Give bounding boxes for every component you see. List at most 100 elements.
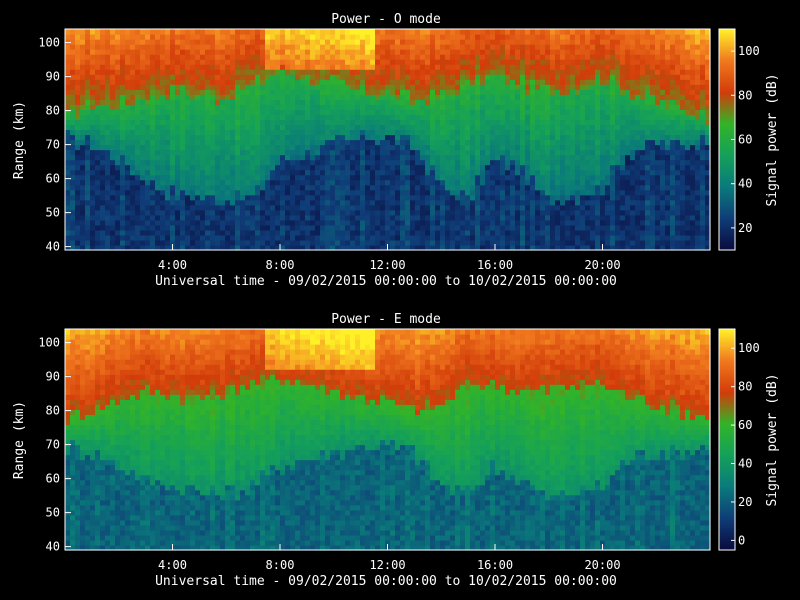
heatmap-cell bbox=[460, 174, 466, 181]
heatmap-cell bbox=[125, 239, 131, 246]
heatmap-cell bbox=[305, 164, 311, 171]
heatmap-cell bbox=[80, 134, 86, 141]
heatmap-cell bbox=[575, 179, 581, 186]
heatmap-cell bbox=[250, 119, 256, 126]
heatmap-cell bbox=[245, 59, 251, 65]
heatmap-cell bbox=[320, 184, 326, 191]
heatmap-cell bbox=[470, 199, 476, 206]
heatmap-cell bbox=[600, 144, 606, 151]
heatmap-cell bbox=[560, 224, 566, 231]
heatmap-cell bbox=[215, 69, 221, 75]
heatmap-cell bbox=[370, 94, 376, 100]
heatmap-cell bbox=[315, 39, 321, 45]
heatmap-cell bbox=[295, 224, 301, 231]
heatmap-cell bbox=[535, 99, 541, 105]
heatmap-cell bbox=[625, 39, 631, 45]
heatmap-cell bbox=[185, 219, 191, 226]
heatmap-cell bbox=[115, 79, 121, 85]
heatmap-cell bbox=[455, 64, 461, 70]
heatmap-cell bbox=[105, 169, 111, 176]
heatmap-cell bbox=[215, 34, 221, 40]
heatmap-cell bbox=[220, 39, 226, 45]
heatmap-cell bbox=[145, 104, 151, 110]
heatmap-cell bbox=[245, 174, 251, 181]
heatmap-cell bbox=[130, 119, 136, 126]
heatmap-cell bbox=[115, 189, 121, 196]
heatmap-cell bbox=[320, 164, 326, 171]
heatmap-cell bbox=[310, 229, 316, 236]
heatmap-cell bbox=[210, 79, 216, 85]
heatmap-cell bbox=[280, 179, 286, 186]
heatmap-cell bbox=[70, 169, 76, 176]
heatmap-cell bbox=[260, 204, 266, 211]
heatmap-cell bbox=[290, 119, 296, 126]
heatmap-cell bbox=[595, 209, 601, 216]
heatmap-cell bbox=[230, 174, 236, 181]
heatmap-cell bbox=[310, 34, 316, 40]
heatmap-cell bbox=[265, 84, 271, 90]
heatmap-cell bbox=[165, 194, 171, 201]
heatmap-cell bbox=[470, 174, 476, 181]
heatmap-cell bbox=[445, 214, 451, 221]
heatmap-cell bbox=[405, 104, 411, 110]
heatmap-cell bbox=[320, 234, 326, 241]
heatmap-cell bbox=[470, 84, 476, 90]
heatmap-cell bbox=[115, 164, 121, 171]
heatmap-cell bbox=[260, 219, 266, 226]
heatmap-cell bbox=[570, 179, 576, 186]
heatmap-cell bbox=[395, 224, 401, 231]
heatmap-cell bbox=[465, 179, 471, 186]
heatmap-cell bbox=[450, 199, 456, 206]
heatmap-cell bbox=[110, 179, 116, 186]
heatmap-cell bbox=[605, 79, 611, 85]
heatmap-cell bbox=[630, 159, 636, 166]
heatmap-cell bbox=[415, 139, 421, 146]
heatmap-cell bbox=[465, 84, 471, 90]
heatmap-cell bbox=[420, 99, 426, 105]
heatmap-cell bbox=[115, 129, 121, 136]
heatmap-cell bbox=[395, 229, 401, 236]
heatmap-cell bbox=[150, 54, 156, 60]
heatmap-cell bbox=[510, 49, 516, 55]
heatmap-cell bbox=[180, 154, 186, 161]
heatmap-cell bbox=[555, 229, 561, 236]
heatmap-cell bbox=[615, 189, 621, 196]
heatmap-cell bbox=[205, 189, 211, 196]
heatmap-cell bbox=[100, 79, 106, 85]
heatmap-cell bbox=[415, 144, 421, 151]
heatmap-cell bbox=[390, 89, 396, 95]
heatmap-cell bbox=[285, 39, 291, 45]
heatmap-cell bbox=[585, 184, 591, 191]
heatmap-cell bbox=[480, 184, 486, 191]
heatmap-cell bbox=[585, 239, 591, 246]
heatmap-cell bbox=[80, 219, 86, 226]
heatmap-cell bbox=[350, 34, 356, 40]
heatmap-cell bbox=[400, 39, 406, 45]
heatmap-cell bbox=[485, 194, 491, 201]
heatmap-cell bbox=[575, 239, 581, 246]
heatmap-cell bbox=[255, 64, 261, 70]
heatmap-cell bbox=[320, 154, 326, 161]
heatmap-cell bbox=[345, 59, 351, 65]
heatmap-cell bbox=[310, 139, 316, 146]
heatmap-cell bbox=[580, 154, 586, 161]
heatmap-cell bbox=[305, 84, 311, 90]
heatmap-cell bbox=[365, 114, 371, 121]
heatmap-cell bbox=[445, 84, 451, 90]
heatmap-cell bbox=[495, 189, 501, 196]
heatmap-cell bbox=[625, 224, 631, 231]
heatmap-cell bbox=[410, 199, 416, 206]
heatmap-cell bbox=[345, 129, 351, 136]
heatmap-cell bbox=[140, 144, 146, 151]
heatmap-cell bbox=[375, 184, 381, 191]
heatmap-cell bbox=[530, 234, 536, 241]
heatmap-cell bbox=[615, 149, 621, 156]
heatmap-cell bbox=[75, 94, 81, 100]
heatmap-cell bbox=[545, 229, 551, 236]
heatmap-cell bbox=[330, 104, 336, 110]
heatmap-cell bbox=[255, 174, 261, 181]
heatmap-cell bbox=[130, 54, 136, 60]
heatmap-cell bbox=[580, 239, 586, 246]
heatmap-cell bbox=[65, 169, 71, 176]
heatmap-cell bbox=[90, 39, 96, 45]
